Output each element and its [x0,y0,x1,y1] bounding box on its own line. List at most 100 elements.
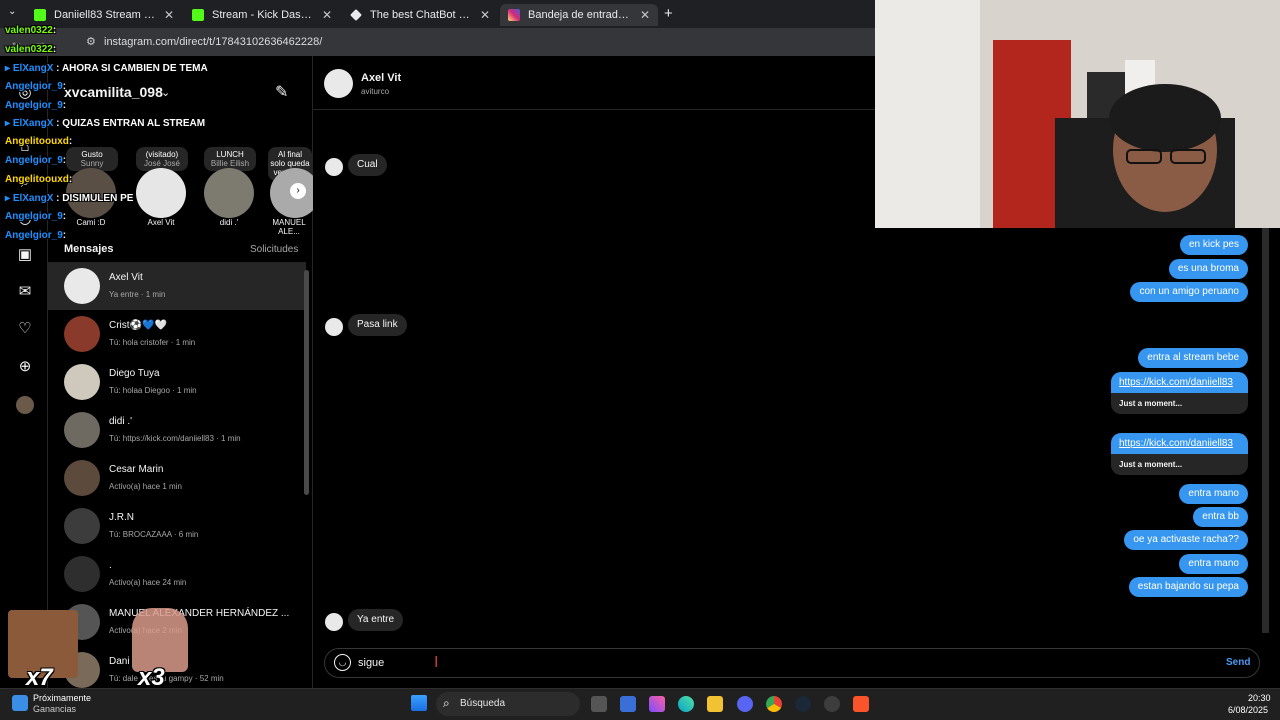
link-preview-title: Just a moment... [1119,399,1183,408]
instagram-icon [508,9,520,21]
link-preview-card[interactable]: https://kick.com/daniiell83 Just a momen… [1111,433,1248,475]
thread-preview: Ya entre · 1 min [109,290,166,299]
thread-name: Cesar Marin [109,464,164,475]
windows-taskbar [0,688,1280,720]
message-composer: ◡ sigue Send [324,648,1260,678]
reels-icon[interactable]: ▣ [16,246,34,264]
emoji-icon[interactable]: ◡ [334,654,351,671]
chrome-icon[interactable] [766,696,782,712]
sender-avatar [325,158,343,176]
thread-item[interactable]: Crist⚽💙🤍 Tú: hola cristofer · 1 min [48,310,306,358]
note-name: Axel Vit [147,218,175,227]
contact-name[interactable]: Axel Vit [361,72,401,84]
chevron-down-icon[interactable]: ⌄ [161,86,170,99]
messenger-icon[interactable]: ✉ [16,283,34,301]
url-field[interactable]: instagram.com/direct/t/17843102636462228… [104,36,322,48]
contact-handle: aviturco [361,87,390,96]
avatar [64,316,100,352]
outgoing-message: entra al stream bebe [1138,348,1248,368]
close-icon[interactable]: ✕ [480,8,490,22]
link-preview-card[interactable]: https://kick.com/daniiell83 Just a momen… [1111,372,1248,414]
conversation-scrollbar[interactable] [1262,228,1269,633]
outgoing-message: en kick pes [1179,235,1248,255]
thread-item[interactable]: J.R.N Tú: BROCAZAAA · 6 min [48,502,306,550]
tab-list-dropdown-icon[interactable]: ⌄ [8,6,16,17]
tab-chatbot[interactable]: The best ChatBot and Widgets ✕ [342,4,498,26]
weather-widget-icon[interactable] [12,695,28,711]
note-avatar[interactable] [136,168,186,218]
edge-icon[interactable] [678,696,694,712]
new-tab-button[interactable]: + [664,5,673,22]
chat-line: valen0322: [5,25,57,36]
profile-avatar[interactable] [16,396,34,414]
copilot-icon[interactable] [649,696,665,712]
discord-icon[interactable] [737,696,753,712]
instagram-nav-rail: ◎ ⌂ ⌕ ◷ ▣ ✉ ♡ ⊕ [0,56,48,688]
close-icon[interactable]: ✕ [164,8,174,22]
message-link[interactable]: https://kick.com/daniiell83 [1111,372,1248,393]
taskbar-search[interactable]: ⌕ Búsqueda [436,692,580,716]
widget-subtitle: Ganancias [33,704,77,714]
send-button[interactable]: Send [1226,657,1250,668]
thread-name: Crist⚽💙🤍 [109,320,167,331]
chat-line: Angelgior_9: [5,81,67,92]
file-explorer-icon[interactable] [707,696,723,712]
thread-preview: Activo(a) hace 1 min [109,482,182,491]
contact-avatar[interactable] [324,69,353,98]
tab-kick-dashboard[interactable]: Stream - Kick Dashboard ✕ [184,4,340,26]
tab-label: The best ChatBot and Widgets [370,9,474,21]
chat-line: Angelgior_9: [5,100,67,111]
note-name: didi .' [219,218,239,227]
site-settings-icon[interactable]: ⚙ [86,35,96,48]
avatar [64,508,100,544]
next-arrow-icon[interactable]: › [290,183,306,199]
note-name: Cami :D [76,218,106,227]
requests-link[interactable]: Solicitudes [250,244,298,255]
thread-item[interactable]: Diego Tuya Tú: holaa Diegoo · 1 min [48,358,306,406]
note-avatar[interactable] [204,168,254,218]
sender-avatar [325,613,343,631]
chat-line: Angelitoouxd: [5,136,73,147]
task-view-icon[interactable] [591,696,607,712]
chat-line: Angelgior_9: [5,211,67,222]
windows-start-icon[interactable] [411,695,427,711]
widget-title[interactable]: Próximamente [33,693,91,703]
outgoing-message: entra bb [1193,507,1248,527]
kick-icon [192,9,204,21]
avatar [64,556,100,592]
outgoing-message: entra mano [1179,484,1248,504]
brave-icon[interactable] [853,696,869,712]
steam-icon[interactable] [795,696,811,712]
store-icon[interactable] [620,696,636,712]
account-username[interactable]: xvcamilita_098 [64,84,163,100]
thread-name: . [109,560,112,571]
thread-item[interactable]: Cesar Marin Activo(a) hace 1 min [48,454,306,502]
tab-instagram-inbox[interactable]: Bandeja de entrada • Chats ✕ [500,4,658,26]
messages-heading: Mensajes [64,243,114,255]
clock-time[interactable]: 20:30 [1248,693,1271,703]
chat-line: ▸ ElXangX : DISIMULEN PE [5,193,134,204]
compose-icon[interactable]: ✎ [275,82,288,102]
search-placeholder: Búsqueda [460,698,506,709]
incoming-message: Cual [348,154,387,176]
avatar [64,364,100,400]
search-icon: ⌕ [443,696,450,710]
tab-kick-watch[interactable]: Daniiell83 Stream - Watch Live ✕ [26,4,182,26]
thread-preview: Tú: hola cristofer · 1 min [109,338,196,347]
close-icon[interactable]: ✕ [322,8,332,22]
thread-item[interactable]: Axel Vit Ya entre · 1 min [48,262,306,310]
outgoing-message: es una broma [1168,259,1248,279]
conversation-header: Axel Vit aviturco [313,56,875,110]
thread-item[interactable]: didi .' Tú: https://kick.com/daniiell83 … [48,406,306,454]
heart-icon[interactable]: ♡ [16,320,34,338]
obs-icon[interactable] [824,696,840,712]
thread-preview: Tú: dale pues tu gampy · 52 min [109,674,224,683]
inbox-scrollbar[interactable] [304,270,309,495]
close-icon[interactable]: ✕ [640,8,650,22]
note-name: MANUEL ALE... [272,218,306,236]
message-link[interactable]: https://kick.com/daniiell83 [1111,433,1248,454]
thread-item[interactable]: . Activo(a) hace 24 min [48,550,306,598]
create-icon[interactable]: ⊕ [16,358,34,376]
message-input[interactable]: sigue [358,657,384,669]
clock-date[interactable]: 6/08/2025 [1228,705,1268,715]
